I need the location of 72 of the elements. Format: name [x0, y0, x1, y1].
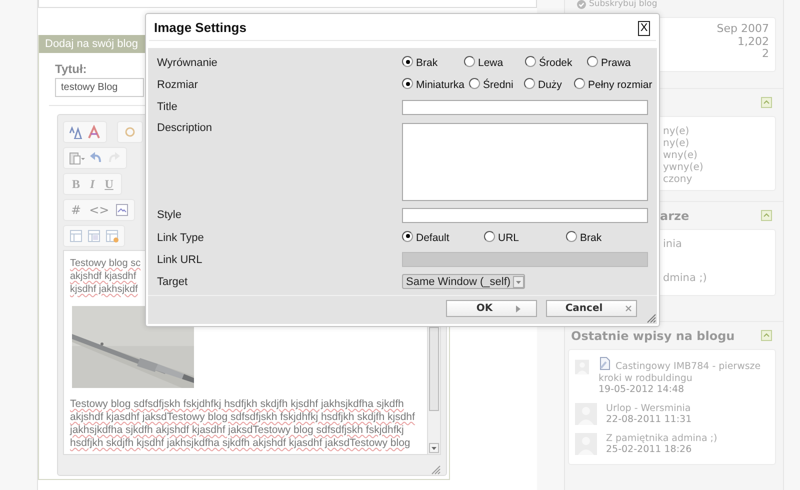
radio-button[interactable]	[402, 78, 413, 89]
field-label: Title	[157, 100, 178, 115]
document-icon	[598, 356, 612, 371]
radio-label[interactable]: Pełny rozmiar	[588, 79, 652, 91]
dialog-title: Image Settings	[154, 21, 246, 35]
collapse-icon[interactable]	[761, 330, 772, 341]
radio-label[interactable]: Środek	[539, 57, 572, 69]
radio-label[interactable]: Default	[416, 232, 450, 244]
radio-label[interactable]: Prawa	[601, 57, 631, 69]
widget-entry: wny(e)	[663, 150, 698, 162]
field-label: Style	[157, 208, 182, 223]
widget-entry: ny(e)	[663, 138, 690, 150]
radio-button[interactable]	[469, 78, 480, 89]
stat-value: 1,202	[738, 36, 769, 48]
widget-title: arze	[660, 208, 690, 222]
ok-button[interactable]: OK	[446, 300, 537, 317]
radio-label[interactable]: URL	[498, 232, 520, 244]
input-field[interactable]	[402, 208, 648, 222]
radio-label[interactable]: Brak	[580, 232, 602, 244]
widget-title: Ostatnie wpisy na blogu	[571, 328, 735, 342]
stat-value: 2	[762, 48, 769, 60]
radio-button[interactable]	[484, 230, 495, 242]
radio-label[interactable]: Lewa	[478, 57, 504, 69]
close-icon	[624, 305, 632, 312]
post-date: 25-02-2011 18:26	[606, 444, 693, 456]
style-icon[interactable]	[123, 125, 137, 139]
field-label: Link URL	[157, 252, 204, 268]
field-label: Rozmiar	[157, 78, 199, 93]
play-arrow-icon	[514, 304, 521, 312]
table-delete-icon[interactable]	[105, 229, 119, 243]
field-label: Description	[157, 121, 214, 136]
field-label: Link Type	[157, 230, 205, 246]
close-button[interactable]: X	[638, 21, 650, 36]
radio-label[interactable]: Brak	[416, 57, 438, 69]
widget-entry: ny(e)	[663, 126, 690, 138]
editor-text: Testowy blog sdfsdfjskh fskjdhfkj hsdfjkh skdjfh kjsdhf jakhsjkdfha sjkdfh akjshdf kjasdhf jaksdTestowy blog sdfsdfjskh fskjdhfkj hsdfjkh skdjfh kjsdhf jakhsjkdfha sjkdfh akjshdf kjasdhf jaksdTestowy blog sdfsdfjskh fskjdhfkj hsdfjkh skdjfh kjsdhf jakhsjkdfha sjkdfh akjshdf kjasdhf jaksdTestowy blog	[70, 398, 415, 450]
font-size-icon[interactable]	[69, 125, 83, 139]
table-icon[interactable]	[69, 229, 83, 243]
font-color-icon[interactable]	[87, 125, 101, 139]
cancel-button[interactable]: Cancel	[546, 300, 637, 317]
table-properties-icon[interactable]	[87, 229, 101, 243]
undo-icon[interactable]	[89, 151, 103, 165]
resize-grip-icon	[431, 465, 441, 475]
radio-label[interactable]: Duży	[538, 79, 562, 91]
editor-text: Testowy blog sc akjshdf kjasdhf kjsdhf jakhsjkdf	[70, 257, 141, 296]
image-icon[interactable]	[115, 203, 130, 217]
stat-value: Sep 2007	[716, 23, 769, 36]
collapse-icon[interactable]	[761, 97, 772, 108]
radio-button[interactable]	[566, 230, 577, 242]
collapse-icon[interactable]	[761, 210, 772, 221]
title-field[interactable]: testowy Blog	[55, 78, 144, 97]
radio-button[interactable]	[574, 78, 585, 89]
field-label: Target	[157, 274, 189, 290]
radio-button[interactable]	[402, 230, 413, 242]
widget-entry: ywny(e)	[663, 162, 704, 174]
radio-button[interactable]	[587, 56, 598, 67]
target-select[interactable]: Same Window (_self)	[402, 274, 525, 289]
textarea-field[interactable]	[402, 123, 648, 201]
resize-grip-icon	[647, 314, 656, 323]
scrollbar-thumb[interactable]	[429, 327, 439, 411]
radio-button[interactable]	[464, 56, 475, 67]
field-label: Wyrównanie	[157, 56, 218, 71]
post-date: 22-08-2011 11:31	[606, 414, 692, 426]
post-date: 19-05-2012 14:48	[598, 384, 686, 396]
radio-label[interactable]: Średni	[483, 79, 514, 91]
radio-button[interactable]	[524, 78, 535, 89]
radio-button[interactable]	[402, 56, 413, 67]
radio-label[interactable]: Miniaturka	[416, 79, 464, 91]
input-field[interactable]	[402, 100, 648, 114]
radio-button[interactable]	[525, 56, 536, 67]
widget-entry: czony	[663, 174, 694, 186]
paste-icon[interactable]	[69, 151, 85, 165]
